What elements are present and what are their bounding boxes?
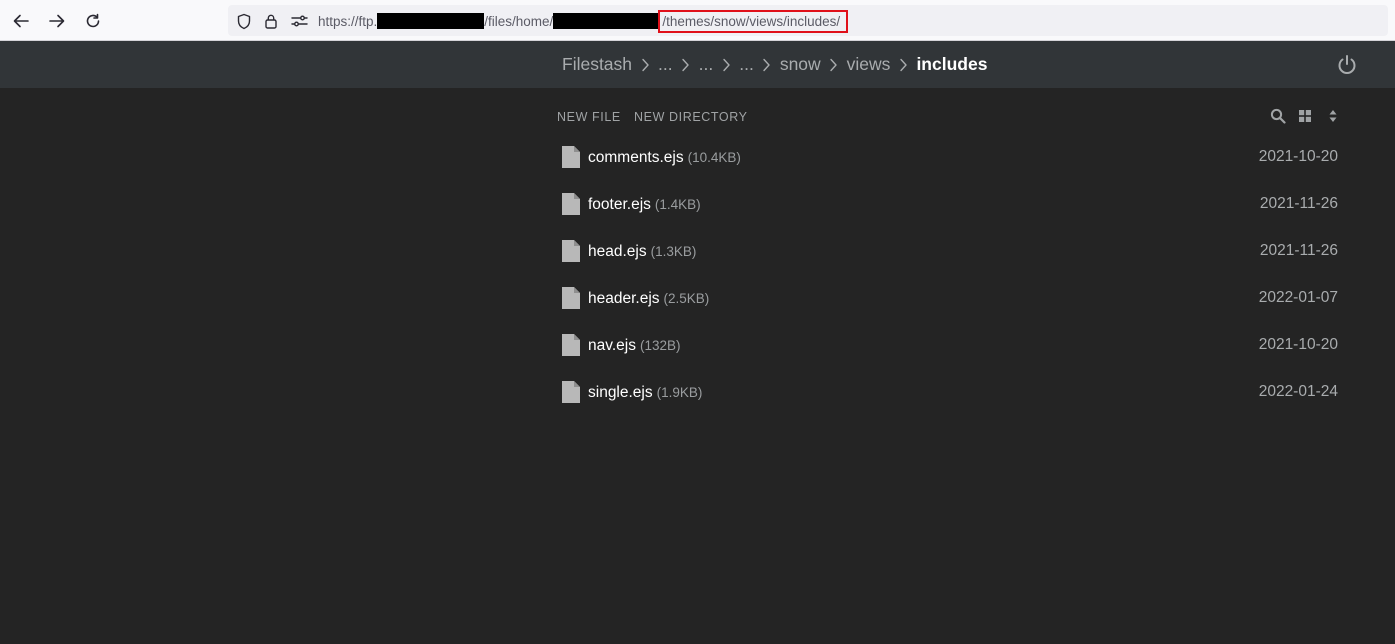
file-size: (10.4KB) <box>687 150 741 165</box>
file-size: (132B) <box>639 338 681 353</box>
chevron-right-icon <box>673 55 699 75</box>
power-icon[interactable] <box>1335 53 1359 77</box>
file-row[interactable]: single.ejs (1.9KB) 2022-01-24 <box>556 369 1346 416</box>
breadcrumb-item[interactable]: ... <box>739 54 754 75</box>
file-list: comments.ejs (10.4KB) 2021-10-20 footer.ejs… <box>556 134 1346 416</box>
file-name-container: header.ejs (2.5KB) <box>588 290 709 308</box>
file-row[interactable]: comments.ejs (10.4KB) 2021-10-20 <box>556 134 1346 181</box>
file-icon <box>562 193 580 215</box>
file-date: 2022-01-24 <box>1258 383 1338 400</box>
file-name-container: nav.ejs (132B) <box>588 337 681 355</box>
file-icon <box>562 287 580 309</box>
permissions-icon[interactable] <box>290 12 308 30</box>
grid-view-icon[interactable] <box>1297 108 1313 124</box>
chevron-right-icon <box>632 55 658 75</box>
back-arrow-icon[interactable] <box>10 10 32 32</box>
url-prefix: https://ftp. <box>318 13 378 29</box>
file-name-container: head.ejs (1.3KB) <box>588 243 696 261</box>
file-name: nav.ejs <box>588 337 636 354</box>
breadcrumb: Filestash......... snow views includes <box>562 41 987 88</box>
app-header: Filestash......... snow views includes <box>0 41 1395 88</box>
breadcrumb-current: includes <box>916 54 988 74</box>
file-row[interactable]: nav.ejs (132B) 2021-10-20 <box>556 322 1346 369</box>
breadcrumb-item[interactable]: snow <box>780 54 821 75</box>
file-size: (1.4KB) <box>654 197 701 212</box>
file-date: 2022-01-07 <box>1258 289 1338 306</box>
sort-icon[interactable] <box>1325 108 1341 124</box>
redacted-username <box>553 13 659 29</box>
new-file-button[interactable]: NEW FILE <box>557 110 621 124</box>
file-date: 2021-10-20 <box>1258 336 1338 353</box>
search-icon[interactable] <box>1270 108 1286 124</box>
file-name: single.ejs <box>588 384 653 401</box>
lock-icon[interactable] <box>262 12 280 30</box>
file-name: footer.ejs <box>588 196 651 213</box>
breadcrumb-item[interactable]: ... <box>658 54 673 75</box>
file-size: (1.9KB) <box>656 385 703 400</box>
breadcrumb-root[interactable]: Filestash <box>562 54 632 75</box>
chevron-right-icon <box>821 55 847 75</box>
url-text[interactable]: https://ftp. /files/home/ /themes/snow/v… <box>318 9 849 33</box>
file-icon <box>562 381 580 403</box>
file-date: 2021-10-20 <box>1258 148 1338 165</box>
breadcrumb-item[interactable]: views <box>847 54 891 75</box>
file-row[interactable]: head.ejs (1.3KB) 2021-11-26 <box>556 228 1346 275</box>
url-highlighted-path: /themes/snow/views/includes/ <box>658 9 849 33</box>
new-directory-button[interactable]: NEW DIRECTORY <box>634 110 748 124</box>
file-name-container: single.ejs (1.9KB) <box>588 384 702 402</box>
chevron-right-icon <box>754 55 780 75</box>
file-row[interactable]: header.ejs (2.5KB) 2022-01-07 <box>556 275 1346 322</box>
file-name-container: footer.ejs (1.4KB) <box>588 196 701 214</box>
forward-arrow-icon[interactable] <box>46 10 68 32</box>
file-row[interactable]: footer.ejs (1.4KB) 2021-11-26 <box>556 181 1346 228</box>
breadcrumb-item[interactable]: ... <box>699 54 714 75</box>
url-bar[interactable]: https://ftp. /files/home/ /themes/snow/v… <box>228 5 1388 36</box>
file-name: head.ejs <box>588 243 647 260</box>
chevron-right-icon <box>713 55 739 75</box>
file-name-container: comments.ejs (10.4KB) <box>588 149 741 167</box>
browser-toolbar: https://ftp. /files/home/ /themes/snow/v… <box>0 0 1395 41</box>
file-date: 2021-11-26 <box>1259 242 1338 259</box>
redacted-domain <box>377 13 485 29</box>
file-size: (1.3KB) <box>650 244 697 259</box>
shield-icon[interactable] <box>235 12 253 30</box>
file-date: 2021-11-26 <box>1259 195 1338 212</box>
file-icon <box>562 240 580 262</box>
file-size: (2.5KB) <box>663 291 710 306</box>
file-icon <box>562 146 580 168</box>
file-name: header.ejs <box>588 290 660 307</box>
url-path: /files/home/ <box>484 13 554 29</box>
chevron-right-icon <box>890 55 916 75</box>
reload-icon[interactable] <box>82 10 104 32</box>
file-icon <box>562 334 580 356</box>
file-name: comments.ejs <box>588 149 684 166</box>
